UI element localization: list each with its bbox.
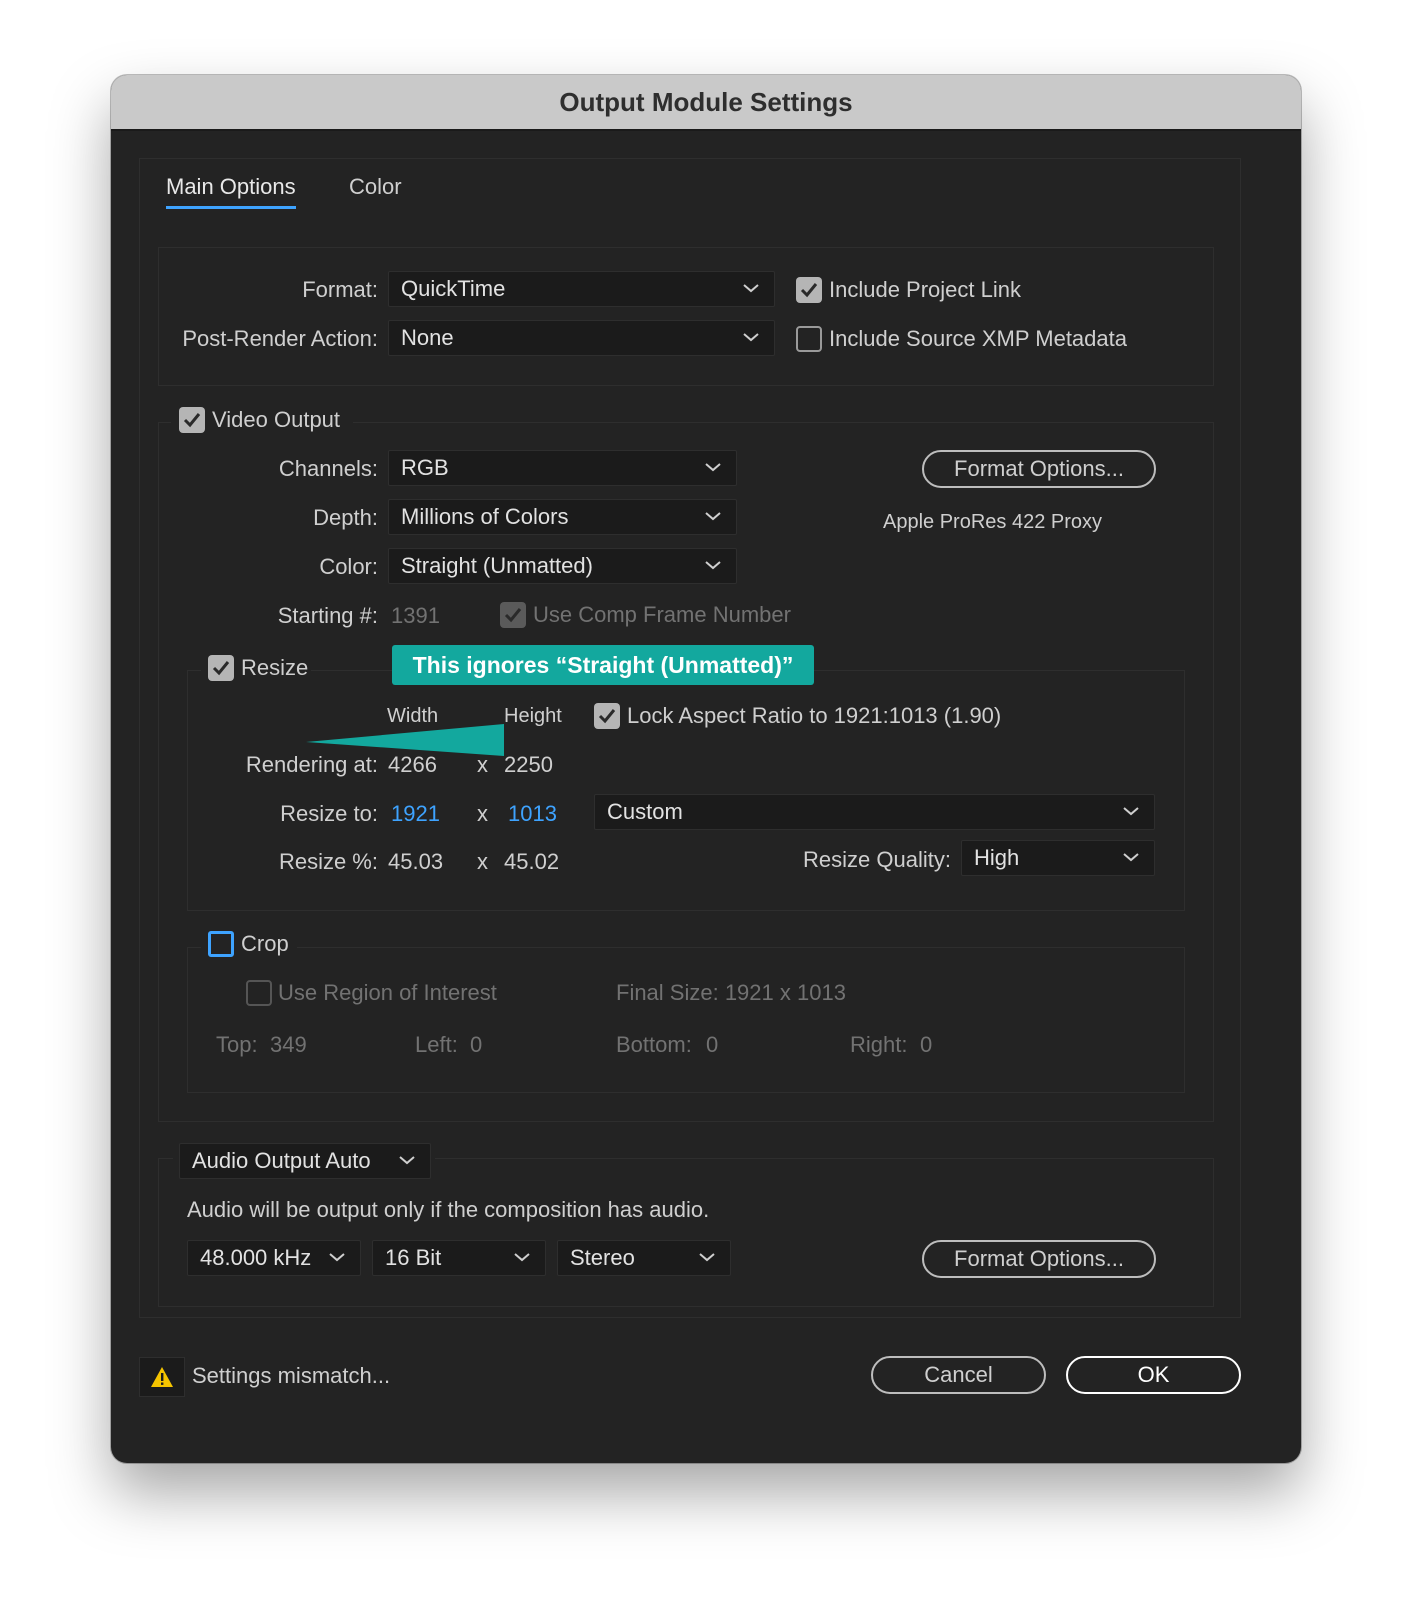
resize-to-label: Resize to: bbox=[280, 801, 378, 826]
crop-bottom-label: Bottom: bbox=[616, 1032, 692, 1057]
bit-depth-dropdown[interactable]: 16 Bit bbox=[372, 1240, 546, 1276]
chevron-down-icon bbox=[705, 463, 721, 472]
crop-checkbox[interactable] bbox=[208, 931, 234, 957]
format-dropdown[interactable]: QuickTime bbox=[388, 271, 775, 307]
chevron-down-icon bbox=[743, 284, 759, 293]
resize-percent-width: 45.03 bbox=[388, 849, 444, 874]
include-xmp-checkbox[interactable] bbox=[796, 326, 822, 352]
resize-quality-label: Resize Quality: bbox=[803, 847, 951, 872]
codec-text: Apple ProRes 422 Proxy bbox=[883, 511, 1103, 533]
use-comp-frame-checkbox[interactable] bbox=[500, 602, 526, 628]
resize-preset-dropdown[interactable]: Custom bbox=[594, 794, 1155, 830]
include-project-link-checkbox[interactable] bbox=[796, 277, 822, 303]
lock-aspect-checkbox[interactable] bbox=[594, 703, 620, 729]
rendering-width: 4266 bbox=[388, 752, 437, 777]
audio-channels-dropdown[interactable]: Stereo bbox=[557, 1240, 731, 1276]
chevron-down-icon bbox=[1123, 853, 1139, 862]
crop-label: Crop bbox=[241, 931, 289, 956]
tab-main-options[interactable]: Main Options bbox=[166, 174, 296, 209]
title-bar: Output Module Settings bbox=[111, 75, 1301, 131]
resize-percent-label: Resize %: bbox=[278, 849, 378, 874]
crop-right-input[interactable]: 0 bbox=[920, 1032, 932, 1058]
cancel-button[interactable]: Cancel bbox=[871, 1356, 1046, 1394]
warning-text[interactable]: Settings mismatch... bbox=[192, 1363, 390, 1389]
rendering-at-label: Rendering at: bbox=[245, 752, 378, 777]
sample-rate-dropdown[interactable]: 48.000 kHz bbox=[187, 1240, 361, 1276]
crop-top-label: Top: bbox=[216, 1032, 258, 1057]
depth-label: Depth: bbox=[313, 505, 378, 530]
video-output-label: Video Output bbox=[212, 407, 341, 432]
lock-aspect-label: Lock Aspect Ratio to 1921:1013 (1.90) bbox=[627, 703, 1002, 728]
tab-active-indicator bbox=[166, 206, 296, 209]
crop-top-input[interactable]: 349 bbox=[270, 1032, 307, 1058]
chevron-down-icon bbox=[329, 1253, 345, 1262]
resize-to-width-input[interactable]: 1921 bbox=[391, 801, 440, 827]
resize-to-height-input[interactable]: 1013 bbox=[508, 801, 557, 827]
video-output-checkbox[interactable] bbox=[179, 407, 205, 433]
post-render-label: Post-Render Action: bbox=[182, 326, 378, 351]
depth-dropdown[interactable]: Millions of Colors bbox=[388, 499, 737, 535]
chevron-down-icon bbox=[705, 561, 721, 570]
audio-format-options-button[interactable]: Format Options... bbox=[922, 1240, 1156, 1278]
include-project-link-label: Include Project Link bbox=[829, 277, 1021, 302]
use-comp-frame-label: Use Comp Frame Number bbox=[533, 602, 791, 627]
resize-to-x: x bbox=[477, 801, 488, 826]
chevron-down-icon bbox=[705, 512, 721, 521]
output-module-dialog: Output Module Settings Main Options Colo… bbox=[111, 75, 1301, 1463]
channels-label: Channels: bbox=[278, 456, 378, 481]
warning-icon-box[interactable] bbox=[139, 1357, 185, 1397]
resize-checkbox[interactable] bbox=[208, 655, 234, 681]
channels-dropdown[interactable]: RGB bbox=[388, 450, 737, 486]
crop-left-label: Left: bbox=[415, 1032, 458, 1057]
post-render-dropdown[interactable]: None bbox=[388, 320, 775, 356]
annotation-callout: This ignores “Straight (Unmatted)” bbox=[392, 645, 814, 685]
height-header: Height bbox=[504, 705, 562, 727]
crop-right-label: Right: bbox=[850, 1032, 908, 1057]
starting-number-value: 1391 bbox=[391, 603, 440, 628]
resize-percent-x: x bbox=[477, 849, 488, 874]
crop-panel bbox=[187, 947, 1185, 1093]
audio-output-dropdown[interactable]: Audio Output Auto bbox=[179, 1143, 431, 1179]
crop-left-input[interactable]: 0 bbox=[470, 1032, 482, 1058]
color-label: Color: bbox=[319, 554, 378, 579]
chevron-down-icon bbox=[514, 1253, 530, 1262]
format-label: Format: bbox=[302, 277, 378, 302]
width-header: Width bbox=[387, 705, 439, 727]
resize-quality-dropdown[interactable]: High bbox=[961, 840, 1155, 876]
starting-number-label: Starting #: bbox=[277, 603, 378, 628]
include-xmp-label: Include Source XMP Metadata bbox=[829, 326, 1127, 351]
warning-icon bbox=[151, 1367, 173, 1387]
audio-note: Audio will be output only if the composi… bbox=[187, 1197, 710, 1222]
rendering-height: 2250 bbox=[504, 752, 553, 777]
chevron-down-icon bbox=[699, 1253, 715, 1262]
window-title: Output Module Settings bbox=[559, 87, 853, 117]
ok-button[interactable]: OK bbox=[1066, 1356, 1241, 1394]
chevron-down-icon bbox=[743, 333, 759, 342]
chevron-down-icon bbox=[1123, 807, 1139, 816]
resize-label: Resize bbox=[241, 655, 309, 680]
rendering-x: x bbox=[477, 752, 488, 777]
use-roi-label: Use Region of Interest bbox=[278, 980, 497, 1005]
resize-percent-height: 45.02 bbox=[504, 849, 560, 874]
tab-color[interactable]: Color bbox=[349, 174, 402, 200]
use-roi-checkbox[interactable] bbox=[246, 980, 272, 1006]
color-dropdown[interactable]: Straight (Unmatted) bbox=[388, 548, 737, 584]
final-size-text: Final Size: 1921 x 1013 bbox=[616, 980, 846, 1005]
format-panel bbox=[158, 247, 1214, 386]
chevron-down-icon bbox=[399, 1156, 415, 1165]
video-format-options-button[interactable]: Format Options... bbox=[922, 450, 1156, 488]
crop-bottom-input[interactable]: 0 bbox=[706, 1032, 718, 1058]
